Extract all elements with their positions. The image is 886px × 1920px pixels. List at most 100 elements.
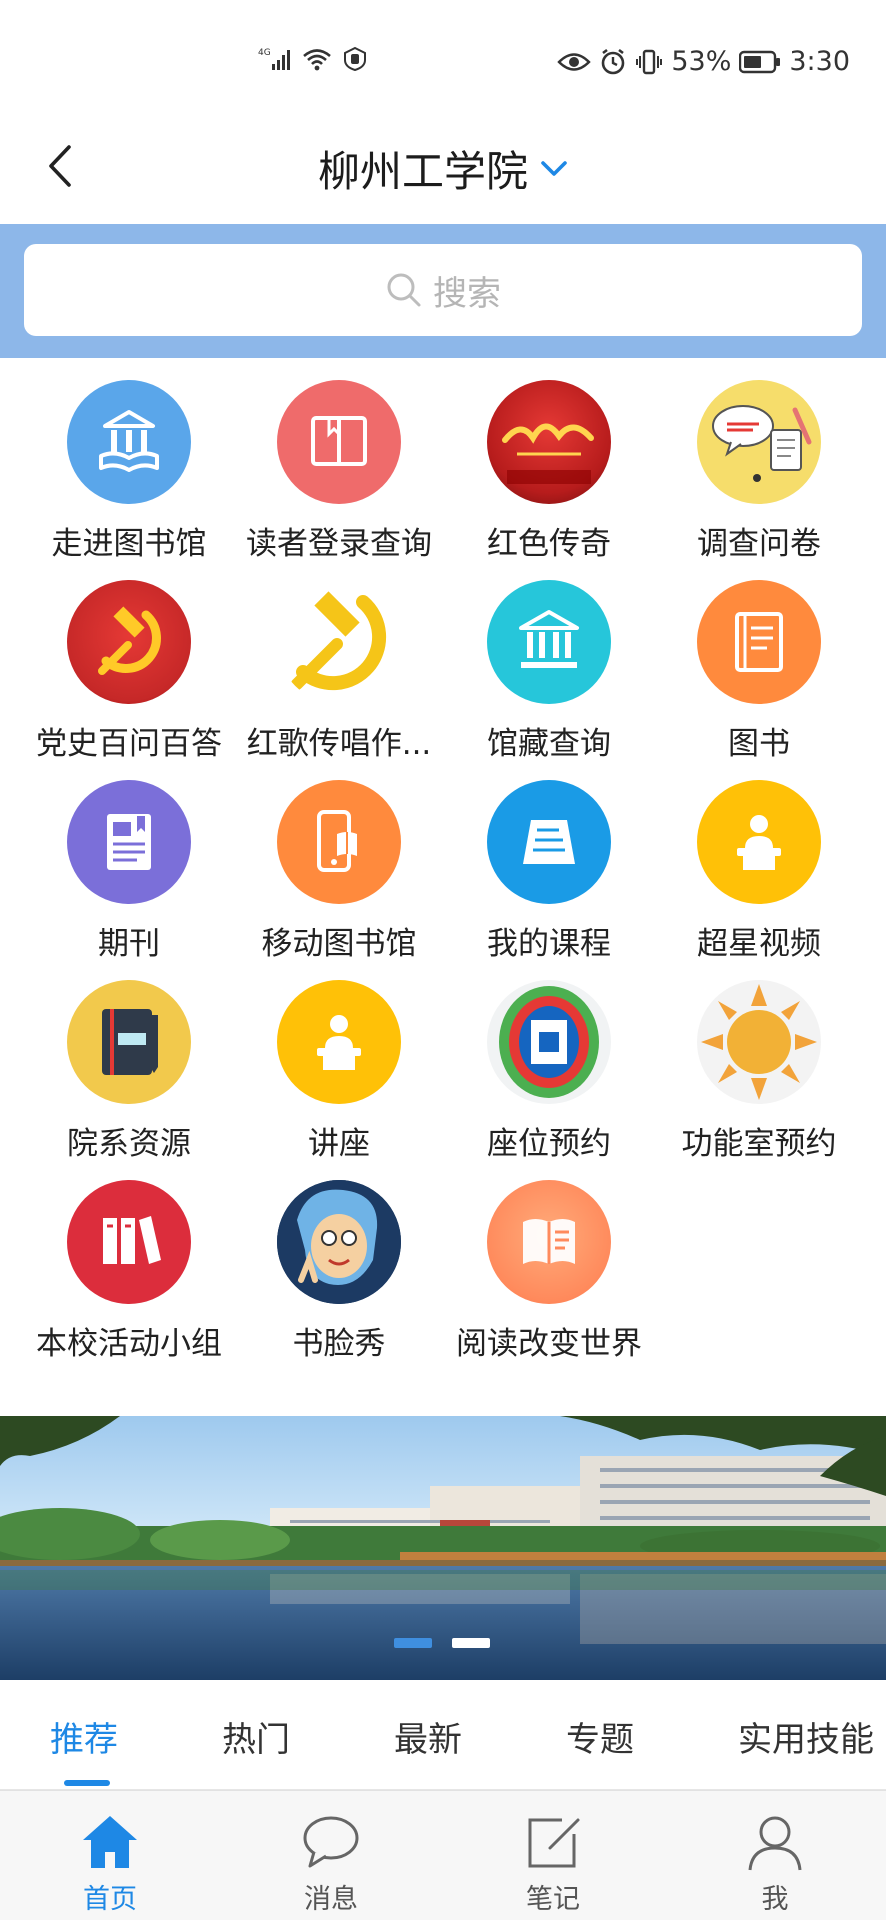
grid-item-label: 讲座 [308,1126,370,1162]
open-book-icon [277,380,401,504]
wifi-icon [302,47,332,71]
note-icon [522,1811,584,1873]
library-building-icon [67,380,191,504]
svg-text:4G: 4G [258,48,271,58]
grid-item-department-resources[interactable]: 院系资源 [24,980,234,1180]
grid-item-label: 阅读改变世界 [456,1326,642,1362]
grid-item-label: 走进图书馆 [51,526,207,562]
status-bar: 4G 53% 3:30 [0,0,886,110]
alarm-icon [599,48,627,76]
content-tabs: 推荐 热门 最新 专题 实用技能 [0,1680,886,1790]
reading-book-icon [487,1180,611,1304]
banner-carousel[interactable] [0,1416,886,1680]
user-icon [744,1811,806,1873]
grid-item-survey[interactable]: 调查问卷 [654,380,864,580]
grid-item-label: 调查问卷 [697,526,821,562]
grid-item-reading-changes-world[interactable]: 阅读改变世界 [444,1180,654,1380]
search-band: 搜索 [0,224,886,358]
mobile-library-icon [277,780,401,904]
tab-practical-skills[interactable]: 实用技能 [738,1712,874,1761]
grid-item-collection-search[interactable]: 馆藏查询 [444,580,654,780]
red-legend-image [487,380,611,504]
nav-label: 消息 [304,1884,358,1915]
grid-item-label: 馆藏查询 [487,726,611,762]
grid-item-label: 我的课程 [487,926,611,962]
clock: 3:30 [789,46,850,77]
tab-hot[interactable]: 热门 [222,1712,290,1761]
school-selector[interactable]: 柳州工学院 [0,138,886,199]
grid-item-seat-booking[interactable]: 座位预约 [444,980,654,1180]
eye-icon [557,51,592,73]
grid-item-red-legend[interactable]: 红色传奇 [444,380,654,580]
sun-icon [697,980,821,1104]
lecturer-icon [277,980,401,1104]
nav-notes[interactable]: 笔记 [478,1791,628,1920]
grid-item-mobile-library[interactable]: 移动图书馆 [234,780,444,980]
app-header: 柳州工学院 [0,110,886,224]
battery-percentage: 53% [671,46,732,77]
hammer-sickle-icon [67,580,191,704]
nav-me[interactable]: 我 [700,1791,850,1920]
nav-label: 笔记 [526,1884,580,1915]
status-left-icons: 4G [258,46,368,72]
library-building-icon [487,580,611,704]
grid-item-my-courses[interactable]: 我的课程 [444,780,654,980]
battery-icon [739,50,781,74]
grid-item-activity-group[interactable]: 本校活动小组 [24,1180,234,1380]
page-title: 柳州工学院 [317,147,528,196]
hammer-sickle-yellow-icon [277,580,401,704]
book-face-image [277,1180,401,1304]
nav-label: 首页 [83,1884,137,1915]
tab-recommended[interactable]: 推荐 [50,1712,118,1761]
grid-item-label: 读者登录查询 [246,526,432,562]
search-icon [387,273,421,307]
grid-item-label: 本校活动小组 [36,1326,222,1362]
journal-icon [67,780,191,904]
grid-item-label: 红色传奇 [487,526,611,562]
grid-item-label: 红歌传唱作... [246,726,432,762]
hand-shield-icon [342,46,368,72]
grid-item-label: 党史百问百答 [36,726,222,762]
search-placeholder: 搜索 [433,273,501,314]
grid-item-label: 期刊 [98,926,160,962]
grid-item-label: 图书 [728,726,790,762]
seat-map-image [487,980,611,1104]
carousel-dot[interactable] [452,1638,490,1648]
grid-item-label: 超星视频 [697,926,821,962]
tab-topics[interactable]: 专题 [566,1712,634,1761]
chevron-down-icon [541,160,567,176]
bottom-navigation: 首页 消息 笔记 我 [0,1790,886,1920]
status-right-icons: 53% 3:30 [557,46,850,77]
grid-item-red-song[interactable]: 红歌传唱作... [234,580,444,780]
vibrate-icon [635,48,663,76]
grid-item-label: 功能室预约 [681,1126,837,1162]
nav-messages[interactable]: 消息 [256,1791,406,1920]
cellular-signal-icon: 4G [258,46,292,72]
tab-latest[interactable]: 最新 [394,1712,462,1761]
course-icon [487,780,611,904]
notebook-icon [67,980,191,1104]
grid-item-label: 座位预约 [487,1126,611,1162]
grid-item-books[interactable]: 图书 [654,580,864,780]
grid-item-label: 书脸秀 [292,1326,386,1362]
grid-item-function-room[interactable]: 功能室预约 [654,980,864,1180]
grid-item-library-intro[interactable]: 走进图书馆 [24,380,234,580]
message-icon [300,1811,362,1873]
search-input[interactable]: 搜索 [24,244,862,336]
grid-item-reader-login[interactable]: 读者登录查询 [234,380,444,580]
lecturer-icon [697,780,821,904]
binders-icon [67,1180,191,1304]
book-icon [697,580,821,704]
grid-item-label: 院系资源 [67,1126,191,1162]
questionnaire-image [697,380,821,504]
carousel-dot-active[interactable] [394,1638,432,1648]
carousel-indicators [394,1638,490,1648]
grid-item-label: 移动图书馆 [261,926,417,962]
grid-item-journals[interactable]: 期刊 [24,780,234,980]
grid-item-party-history[interactable]: 党史百问百答 [24,580,234,780]
home-icon [79,1811,141,1873]
nav-home[interactable]: 首页 [35,1791,185,1920]
grid-item-lectures[interactable]: 讲座 [234,980,444,1180]
grid-item-book-face-show[interactable]: 书脸秀 [234,1180,444,1380]
grid-item-chaoxing-video[interactable]: 超星视频 [654,780,864,980]
